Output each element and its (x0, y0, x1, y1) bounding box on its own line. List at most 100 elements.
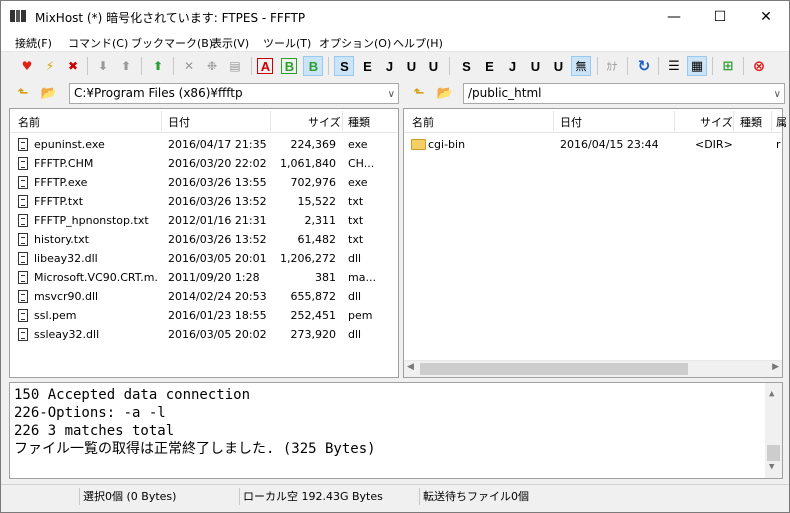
local-open-folder-icon[interactable]: 📂 (39, 83, 59, 103)
dir-tree-icon[interactable]: ⊞ (718, 56, 738, 76)
remote-col-attr[interactable]: 属 (776, 114, 787, 130)
menu-view[interactable]: 表示(V) (211, 35, 249, 51)
mirror-upload-icon[interactable]: ⬆ (148, 56, 168, 76)
no-convert-icon[interactable]: 無 (571, 56, 591, 76)
upload-icon[interactable]: ⬆ (116, 56, 136, 76)
kana-convert-icon[interactable]: ｶﾅ (602, 56, 622, 76)
download-icon[interactable]: ⬇ (93, 56, 113, 76)
ascii-mode-icon[interactable]: A (257, 58, 273, 74)
remote-col-size[interactable]: サイズ (700, 114, 733, 130)
auto-mode-icon[interactable]: B (303, 56, 323, 76)
file-date: 2016/03/26 13:55 (168, 176, 267, 189)
maximize-button[interactable]: ☐ (697, 1, 743, 32)
scroll-down-icon[interactable]: ▼ (769, 458, 774, 476)
file-size: 702,976 (290, 176, 337, 189)
stop-icon[interactable]: ⊗ (749, 56, 769, 76)
table-row[interactable]: libeay32.dll 2016/03/05 20:01 1,206,272 dll (10, 249, 398, 268)
table-row[interactable]: Microsoft.VC90.CRT.m... 2011/09/20 1:28 38… (10, 268, 398, 287)
file-date: 2016/04/17 21:35 (168, 138, 267, 151)
remote-col-type[interactable]: 種類 (740, 114, 762, 130)
local-col-name[interactable]: 名前 (18, 114, 40, 130)
chevron-down-icon[interactable]: ∨ (388, 89, 395, 100)
file-date: 2012/01/16 21:31 (168, 214, 267, 227)
menu-bar: 接続(F) コマンド(C) ブックマーク(B) 表示(V) ツール(T) オプシ… (1, 32, 789, 52)
menu-bookmark[interactable]: ブックマーク(B) (131, 35, 213, 51)
status-bar: 選択0個 (0 Bytes) ローカル空 192.43G Bytes 転送待ちフ… (1, 484, 789, 506)
quick-connect-icon[interactable]: ⚡ (40, 56, 60, 76)
file-size: <DIR> (695, 138, 733, 151)
scroll-left-icon[interactable]: ◀ (407, 362, 414, 372)
file-attr: r (776, 138, 781, 151)
log-line: 150 Accepted data connection (14, 387, 251, 403)
scroll-right-icon[interactable]: ▶ (772, 362, 779, 372)
menu-help[interactable]: ヘルプ(H) (393, 35, 443, 51)
remote-col-name[interactable]: 名前 (412, 114, 434, 130)
chevron-down-icon[interactable]: ∨ (774, 89, 781, 100)
table-row[interactable]: FFFTP.txt 2016/03/26 13:52 15,522 txt (10, 192, 398, 211)
file-date: 2016/03/26 13:52 (168, 233, 267, 246)
delete-icon[interactable]: ✕ (179, 56, 199, 76)
table-row[interactable]: msvcr90.dll 2014/02/24 20:53 655,872 dll (10, 287, 398, 306)
table-row[interactable]: FFFTP.exe 2016/03/26 13:55 702,976 exe (10, 173, 398, 192)
remote-open-folder-icon[interactable]: 📂 (435, 83, 455, 103)
local-col-size[interactable]: サイズ (308, 114, 341, 130)
details-view-icon[interactable]: ▦ (687, 56, 707, 76)
close-button[interactable]: ✕ (743, 1, 789, 32)
mkdir-icon[interactable]: ▤ (225, 56, 245, 76)
app-window: MixHost (*) 暗号化されています: FTPES - FFFTP — ☐… (0, 0, 790, 513)
file-type: exe (348, 138, 368, 151)
local-col-type[interactable]: 種類 (348, 114, 370, 130)
status-queue: 転送待ちファイル0個 (419, 488, 619, 505)
host-jis-icon[interactable]: J (379, 56, 399, 76)
refresh-icon[interactable]: ↻ (634, 56, 654, 76)
host-utf8n-icon[interactable]: U (401, 56, 421, 76)
file-date: 2016/01/23 18:55 (168, 309, 267, 322)
local-utf8-icon[interactable]: U (548, 56, 568, 76)
host-utf8-icon[interactable]: U (423, 56, 443, 76)
disconnect-icon[interactable]: ✖ (63, 56, 83, 76)
file-date: 2011/09/20 1:28 (168, 271, 260, 284)
table-row[interactable]: epuninst.exe 2016/04/17 21:35 224,369 exe (10, 135, 398, 154)
local-euc-icon[interactable]: E (479, 56, 499, 76)
list-view-icon[interactable]: ☰ (664, 56, 684, 76)
maximize-icon: ☐ (713, 8, 727, 25)
table-row[interactable]: ssl.pem 2016/01/23 18:55 252,451 pem (10, 306, 398, 325)
remote-up-folder-icon[interactable]: ⬑ (409, 83, 429, 103)
remote-horizontal-scrollbar[interactable]: ◀ ▶ (404, 360, 782, 377)
menu-command[interactable]: コマンド(C) (68, 35, 128, 51)
table-row[interactable]: history.txt 2016/03/26 13:52 61,482 txt (10, 230, 398, 249)
table-row[interactable]: FFFTP_hpnonstop.txt 2012/01/16 21:31 2,311… (10, 211, 398, 230)
file-icon (18, 157, 28, 170)
scroll-up-icon[interactable]: ▲ (769, 385, 774, 403)
close-icon: ✕ (760, 8, 772, 25)
remote-path-input[interactable]: /public_html ∨ (463, 83, 785, 104)
host-euc-icon[interactable]: E (357, 56, 377, 76)
menu-options[interactable]: オプション(O) (319, 35, 391, 51)
local-sjis-icon[interactable]: S (456, 56, 476, 76)
binary-mode-icon[interactable]: B (281, 58, 297, 74)
table-row[interactable]: ssleay32.dll 2016/03/05 20:02 273,920 dll (10, 325, 398, 344)
menu-connect[interactable]: 接続(F) (15, 35, 52, 51)
table-row[interactable]: FFFTP.CHM 2016/03/20 22:02 1,061,840 CH... (10, 154, 398, 173)
local-path-input[interactable]: C:¥Program Files (x86)¥ffftp ∨ (69, 83, 399, 104)
scroll-thumb[interactable] (420, 363, 688, 375)
local-jis-icon[interactable]: J (502, 56, 522, 76)
log-panel[interactable]: 150 Accepted data connection 226-Options… (9, 382, 783, 479)
rename-icon[interactable]: ❉ (202, 56, 222, 76)
connect-icon[interactable]: ♥ (17, 56, 37, 76)
table-row[interactable]: cgi-bin 2016/04/15 23:44 <DIR> r (404, 135, 782, 154)
file-size: 61,482 (297, 233, 337, 246)
menu-tools[interactable]: ツール(T) (263, 35, 311, 51)
local-col-date[interactable]: 日付 (168, 114, 190, 130)
file-type: ma... (348, 271, 376, 284)
log-line: 226 3 matches total (14, 423, 175, 439)
host-sjis-icon[interactable]: S (334, 56, 354, 76)
local-utf8n-icon[interactable]: U (525, 56, 545, 76)
local-list-header: 名前 日付 サイズ 種類 (10, 109, 398, 133)
file-icon (18, 233, 28, 246)
remote-col-date[interactable]: 日付 (560, 114, 582, 130)
minimize-button[interactable]: — (651, 1, 697, 32)
file-name: epuninst.exe (34, 138, 105, 151)
log-vertical-scrollbar[interactable]: ▲ ▼ (765, 383, 782, 478)
local-up-folder-icon[interactable]: ⬑ (13, 83, 33, 103)
